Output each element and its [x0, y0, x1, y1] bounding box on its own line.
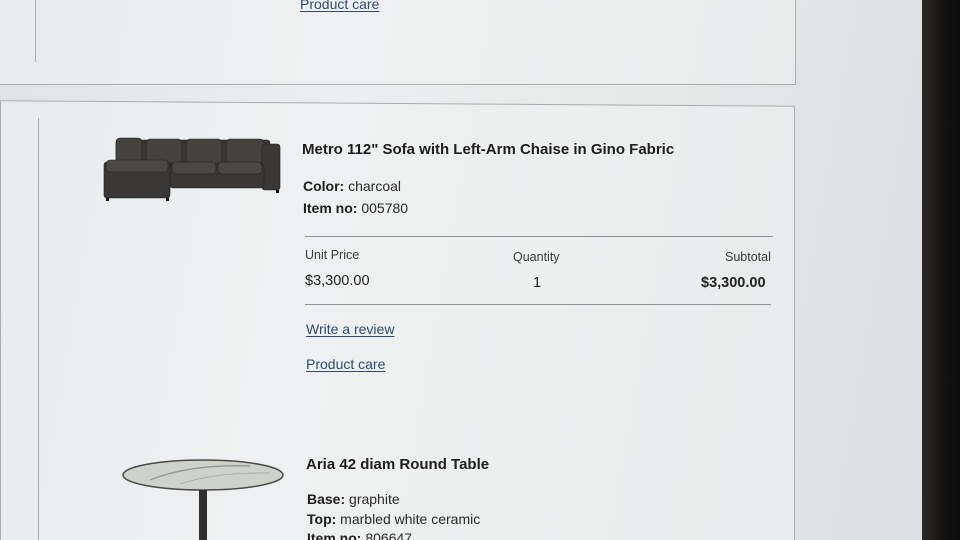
item-number: Item no: 005780: [303, 200, 408, 216]
subtotal-value: $3,300.00: [701, 275, 766, 291]
item-title-2: Aria 42 diam Round Table: [306, 456, 490, 473]
divider: [305, 304, 771, 305]
item-title: Metro 112" Sofa with Left-Arm Chaise in …: [302, 141, 675, 158]
screen: Product care Metro 112" Sofa with Left-A…: [0, 0, 922, 540]
attr-label: Color:: [303, 178, 345, 194]
attr-label: Item no:: [303, 200, 358, 216]
attr-label: Item no:: [307, 530, 362, 540]
attr-label: Top:: [307, 511, 337, 527]
round-table-image: [122, 459, 284, 540]
write-review-link[interactable]: Write a review: [306, 321, 394, 337]
attr-value: charcoal: [348, 178, 402, 194]
unit-price-value: $3,300.00: [305, 273, 370, 289]
attr-value: marbled white ceramic: [340, 511, 481, 527]
attr-label: Base:: [307, 491, 346, 507]
quantity-label: Quantity: [513, 250, 560, 264]
card-divider: [35, 0, 36, 62]
card-divider: [38, 118, 39, 540]
item-base: Base: graphite: [307, 491, 400, 507]
attr-value: 005780: [361, 200, 409, 216]
quantity-value: 1: [533, 275, 542, 291]
item-color: Color: charcoal: [303, 178, 401, 194]
attr-value: graphite: [349, 491, 400, 507]
monitor-bezel: [922, 0, 960, 540]
unit-price-label: Unit Price: [305, 248, 360, 262]
product-care-link[interactable]: Product care: [306, 356, 385, 372]
divider: [305, 236, 773, 237]
item-top: Top: marbled white ceramic: [307, 511, 480, 527]
attr-value: 806647: [365, 530, 413, 540]
item-number-2: Item no: 806647: [307, 530, 412, 540]
subtotal-label: Subtotal: [725, 250, 771, 264]
order-item-card-previous: [0, 0, 796, 85]
product-care-link-previous[interactable]: Product care: [300, 0, 379, 12]
sofa-image: [103, 137, 281, 201]
